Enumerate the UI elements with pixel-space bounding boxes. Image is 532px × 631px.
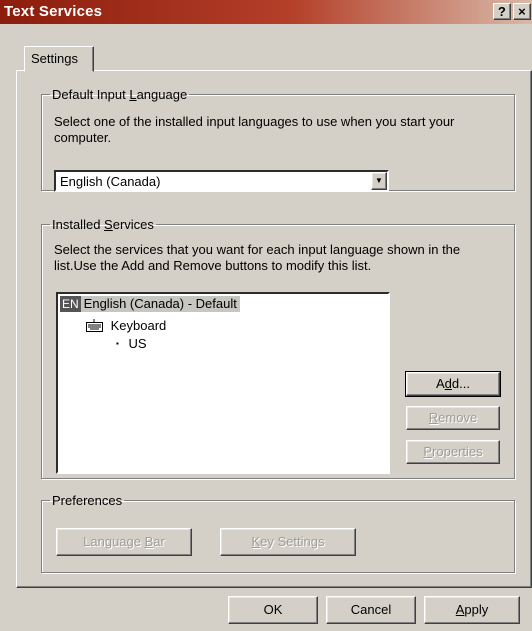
default-input-language-group: Default Input Language Select one of the…	[41, 87, 515, 192]
tab-settings-label: Settings	[31, 51, 78, 66]
ok-button[interactable]: OK	[228, 596, 318, 624]
cancel-button[interactable]: Cancel	[326, 596, 416, 624]
close-icon: ×	[518, 4, 526, 19]
window-title: Text Services	[4, 3, 103, 20]
apply-button[interactable]: Apply	[424, 596, 520, 624]
services-tree[interactable]: EN English (Canada) - Default Keyboard ▪ …	[56, 292, 390, 474]
installed-services-legend: Installed Services	[52, 217, 154, 232]
default-language-value: English (Canada)	[60, 174, 161, 189]
tree-item-layout-us[interactable]: ▪ US	[116, 336, 147, 353]
default-input-language-legend: Default Input Language	[52, 87, 188, 102]
keyboard-label: Keyboard	[110, 318, 167, 333]
language-label: English (Canada) - Default	[80, 296, 240, 312]
dropdown-button[interactable]: ▼	[371, 172, 387, 190]
remove-button[interactable]: Remove	[406, 406, 500, 430]
installed-services-description: Select the services that you want for ea…	[54, 242, 461, 273]
preferences-group: Preferences Language Bar Key Settings	[41, 493, 515, 573]
bullet-icon: ▪	[116, 339, 119, 348]
title-bar[interactable]: Text Services ? ×	[0, 0, 532, 24]
key-settings-button[interactable]: Key Settings	[220, 528, 356, 556]
language-code-badge: EN	[60, 296, 81, 312]
default-input-description: Select one of the installed input langua…	[54, 114, 455, 145]
close-button[interactable]: ×	[513, 3, 531, 20]
properties-button[interactable]: Properties	[406, 440, 500, 464]
add-button[interactable]: Add...	[405, 371, 501, 397]
installed-services-group: Installed Services Select the services t…	[41, 217, 515, 479]
preferences-legend: Preferences	[52, 493, 123, 508]
layout-label: US	[128, 336, 147, 351]
tab-settings[interactable]: Settings	[24, 46, 94, 72]
settings-panel: Default Input Language Select one of the…	[16, 70, 532, 588]
help-button[interactable]: ?	[493, 3, 511, 20]
default-language-select[interactable]: English (Canada) ▼	[54, 170, 389, 192]
language-bar-button[interactable]: Language Bar	[56, 528, 192, 556]
chevron-down-icon: ▼	[375, 176, 383, 185]
help-icon: ?	[497, 4, 507, 19]
tree-item-language[interactable]: EN English (Canada) - Default	[60, 296, 240, 313]
tree-item-keyboard[interactable]: Keyboard	[86, 318, 166, 335]
keyboard-icon	[86, 319, 103, 332]
